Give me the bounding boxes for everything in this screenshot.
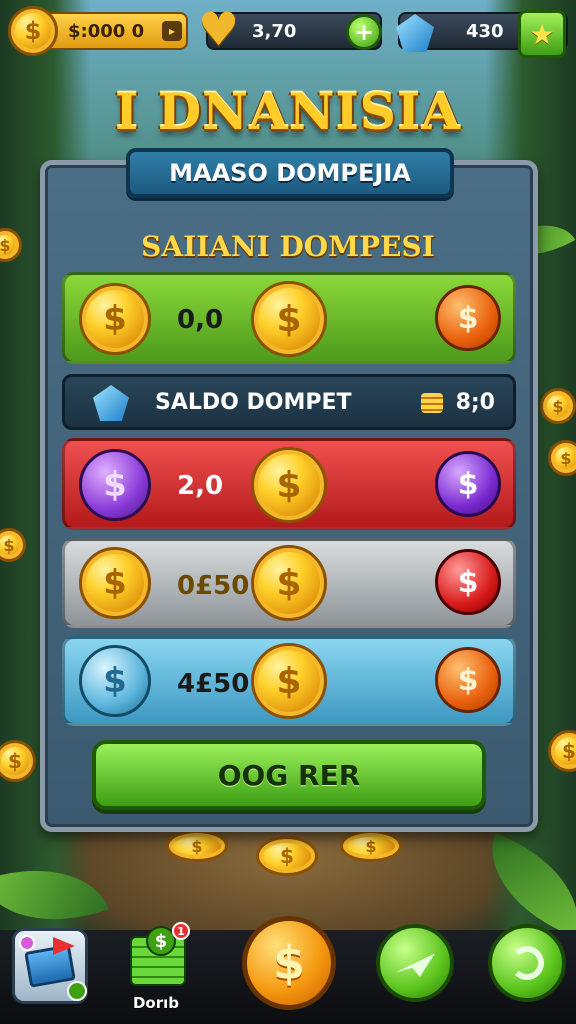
wallet-row-green[interactable]: $ 0,0 $ $ (62, 272, 516, 364)
panel-header-text: MAASO DOMPEJIA (169, 159, 411, 187)
shop-refresh-icon (67, 981, 87, 1001)
nav-cash-label: Dorıb (132, 994, 180, 1012)
gold-amount: $:000 0 (68, 21, 145, 42)
undo-icon[interactable] (488, 924, 566, 1002)
hearts-amount: 3,70 (252, 21, 297, 42)
shop-badge-icon (19, 935, 35, 951)
wallet-row-red[interactable]: $ 2,0 $ $ (62, 438, 516, 530)
orange-coin-button[interactable]: $ (435, 647, 501, 713)
panel-subtitle: SAIIANI DOMPESI (141, 230, 435, 263)
cash-badge: 1 (172, 922, 190, 940)
confirm-button[interactable]: OOG RER (92, 740, 486, 810)
background-coin-icon: $ (548, 440, 576, 476)
background-coin-icon: $ (540, 388, 576, 424)
row-value: 0£50 (177, 571, 250, 601)
wallet-balance-bar: SALDO DOMPET 8;0 (62, 374, 516, 430)
arrow-icon[interactable] (376, 924, 454, 1002)
gold-coin-icon: $ (251, 545, 327, 621)
gold-coin-icon: $ (79, 547, 151, 619)
star-button[interactable]: ★ (518, 10, 566, 58)
background-coin-icon: $ (340, 830, 402, 862)
orange-coin-button[interactable]: $ (435, 285, 501, 351)
wallet-row-grey[interactable]: $ 0£50 $ $ (62, 538, 516, 628)
blue-coin-icon: $ (79, 645, 151, 717)
gold-expand-icon[interactable]: ▸ (162, 21, 182, 41)
undo-arrow-shape (510, 946, 544, 980)
background-coin-icon: $ (256, 836, 318, 876)
shop-box-shape (24, 944, 76, 988)
confirm-button-label: OOG RER (217, 758, 361, 792)
row-value: 0,0 (177, 305, 224, 335)
gold-coin-icon: $ (79, 283, 151, 355)
balance-amount: 8;0 (455, 390, 495, 415)
gold-coin-icon: $ (251, 643, 327, 719)
coin-stack-icon (421, 393, 443, 413)
purple-coin-icon: $ (79, 449, 151, 521)
add-hearts-button[interactable]: + (346, 14, 382, 50)
gold-coin-icon: $ (251, 447, 327, 523)
dollar-coin-icon[interactable]: $ (242, 916, 336, 1010)
gold-coin-icon: $ (251, 281, 327, 357)
golden-heart-icon: ♥ (198, 2, 240, 56)
gems-amount: 430 (466, 21, 504, 42)
background-coin-icon: $ (166, 830, 228, 862)
panel-header-ribbon: MAASO DOMPEJIA (126, 148, 454, 198)
resource-bar: $:000 0 ▸ $ 3,70 ♥ + 430 ★ (0, 6, 576, 58)
gold-coin-icon: $ (8, 6, 58, 56)
shop-box-icon[interactable] (12, 928, 88, 1004)
row-value: 4£50 (177, 669, 250, 699)
purple-coin-button[interactable]: $ (435, 451, 501, 517)
red-coin-button[interactable]: $ (435, 549, 501, 615)
blue-gem-icon (93, 385, 129, 421)
row-value: 2,0 (177, 471, 224, 501)
cash-stack-icon[interactable]: $ 1 (130, 922, 190, 992)
balance-label: SALDO DOMPET (155, 390, 352, 415)
arrow-shape (395, 947, 435, 979)
wallet-row-blue[interactable]: $ 4£50 $ $ (62, 636, 516, 726)
game-title: I DNANISIA (114, 82, 462, 141)
